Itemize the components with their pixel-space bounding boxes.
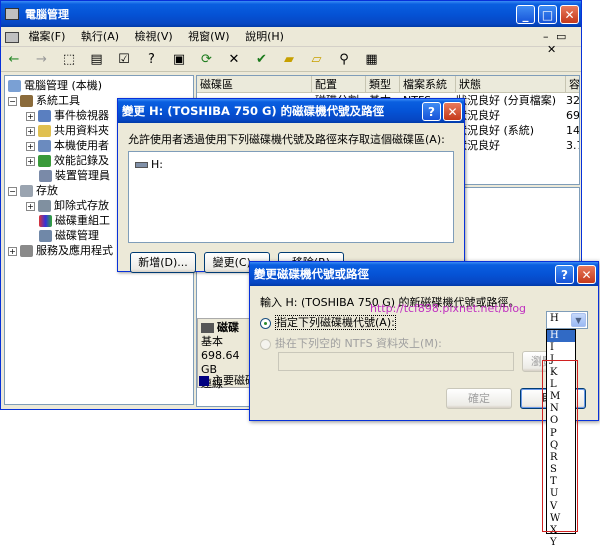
computer-icon xyxy=(8,80,21,92)
back-icon[interactable]: ← xyxy=(5,51,23,69)
dialog1-close-button[interactable]: ✕ xyxy=(443,102,462,121)
radio-selected-icon xyxy=(260,317,271,329)
dropdown-option[interactable]: I xyxy=(547,342,575,354)
col-filesystem[interactable]: 檔案系統 xyxy=(400,76,456,93)
drive-letter-select[interactable]: H ▼ xyxy=(546,311,588,329)
dialog2-title: 變更磁碟機代號或路徑 xyxy=(254,267,369,281)
open-folder-icon[interactable]: ▱ xyxy=(308,51,326,69)
search-icon[interactable]: ⚲ xyxy=(335,51,353,69)
dialog1-title-bar[interactable]: 變更 H: (TOSHIBA 750 G) 的磁碟機代號及路徑 xyxy=(118,99,464,123)
folder-path-input[interactable] xyxy=(278,352,514,371)
path-list[interactable]: H: xyxy=(128,151,454,243)
add-button[interactable]: 新增(D)... xyxy=(130,252,196,273)
tree-root[interactable]: 電腦管理 (本機) xyxy=(8,78,193,93)
main-title-bar[interactable]: 電腦管理 _ □ ✕ xyxy=(1,1,581,27)
minimize-button[interactable]: _ xyxy=(516,5,535,24)
legend: 主要磁碟 xyxy=(199,374,256,388)
legend-swatch xyxy=(199,376,209,386)
removable-storage-icon xyxy=(38,200,51,212)
col-capacity[interactable]: 容 xyxy=(566,76,579,93)
ok-button[interactable]: 確定 xyxy=(446,388,512,409)
dialog1-title: 變更 H: (TOSHIBA 750 G) 的磁碟機代號及路徑 xyxy=(122,104,385,118)
storage-icon xyxy=(20,185,33,197)
highlight-box xyxy=(542,360,578,532)
shared-folder-icon xyxy=(38,125,51,137)
col-status[interactable]: 狀態 xyxy=(456,76,566,93)
device-manager-icon xyxy=(39,170,52,182)
tools-icon xyxy=(20,95,33,107)
dialog1-instruction: 允許使用者透過使用下列磁碟機代號及路徑來存取這個磁碟區(A): xyxy=(128,133,445,146)
performance-icon xyxy=(38,155,51,167)
dropdown-option[interactable]: Y xyxy=(547,537,575,549)
dialog2-close-button[interactable]: ✕ xyxy=(577,265,596,284)
show-tree-icon[interactable]: ▤ xyxy=(88,51,106,69)
menu-action[interactable]: 執行(A) xyxy=(81,30,119,43)
close-button[interactable]: ✕ xyxy=(560,5,579,24)
drive-letter-dialog: 變更 H: (TOSHIBA 750 G) 的磁碟機代號及路徑 ? ✕ 允許使用… xyxy=(117,98,465,273)
menu-help[interactable]: 說明(H) xyxy=(245,30,284,43)
list-item[interactable]: H: xyxy=(135,158,453,171)
menu-window[interactable]: 視窗(W) xyxy=(188,30,229,43)
menu-bar: 檔案(F) 執行(A) 檢視(V) 視窗(W) 說明(H) xyxy=(1,27,581,47)
col-layout[interactable]: 配置 xyxy=(312,76,366,93)
col-volume[interactable]: 磁碟區 xyxy=(197,76,312,93)
services-icon xyxy=(20,245,33,257)
console-icon[interactable]: ▣ xyxy=(170,51,188,69)
up-folder-icon[interactable]: ⬚ xyxy=(60,51,78,69)
disk-icon xyxy=(201,323,214,333)
folder-icon[interactable]: ▰ xyxy=(280,51,298,69)
forward-icon[interactable]: → xyxy=(33,51,51,69)
dialog2-help-button[interactable]: ? xyxy=(555,265,574,284)
dialog1-help-button[interactable]: ? xyxy=(422,102,441,121)
help-icon[interactable]: ? xyxy=(143,51,161,69)
watermark: http://tcf898.pixnet.net/blog xyxy=(370,302,527,315)
menu-file[interactable]: 檔案(F) xyxy=(29,30,66,43)
event-viewer-icon xyxy=(38,110,51,122)
mdi-minimize-button[interactable]: – xyxy=(543,30,549,43)
assign-letter-radio[interactable]: 指定下列磁碟機代號(A): xyxy=(260,314,396,330)
disk-management-icon xyxy=(39,230,52,242)
radio-empty-icon xyxy=(260,338,271,350)
maximize-button[interactable]: □ xyxy=(538,5,557,24)
properties-icon[interactable]: ☑ xyxy=(115,51,133,69)
delete-icon[interactable]: ✕ xyxy=(225,51,243,69)
window-title: 電腦管理 xyxy=(25,8,69,21)
mount-folder-radio[interactable]: 掛在下列空的 NTFS 資料夾上(M): xyxy=(260,335,442,351)
check-icon[interactable]: ✔ xyxy=(253,51,271,69)
drive-icon xyxy=(135,162,148,168)
users-icon xyxy=(38,140,51,152)
mdi-restore-button[interactable]: ▭ xyxy=(556,30,566,43)
dropdown-option-selected[interactable]: H xyxy=(547,330,575,343)
app-icon xyxy=(5,8,19,20)
dialog2-title-bar[interactable]: 變更磁碟機代號或路徑 xyxy=(250,262,598,286)
defrag-icon xyxy=(39,215,52,227)
grid-icon[interactable]: ▦ xyxy=(363,51,381,69)
refresh-icon[interactable]: ⟳ xyxy=(198,51,216,69)
menu-view[interactable]: 檢視(V) xyxy=(135,30,173,43)
col-type[interactable]: 類型 xyxy=(366,76,400,93)
toolbar: ← → ⬚ ▤ ☑ ? ▣ ⟳ ✕ ✔ ▰ ▱ ⚲ ▦ xyxy=(1,48,581,72)
menu-icon xyxy=(5,31,19,43)
chevron-down-icon[interactable]: ▼ xyxy=(571,313,586,327)
